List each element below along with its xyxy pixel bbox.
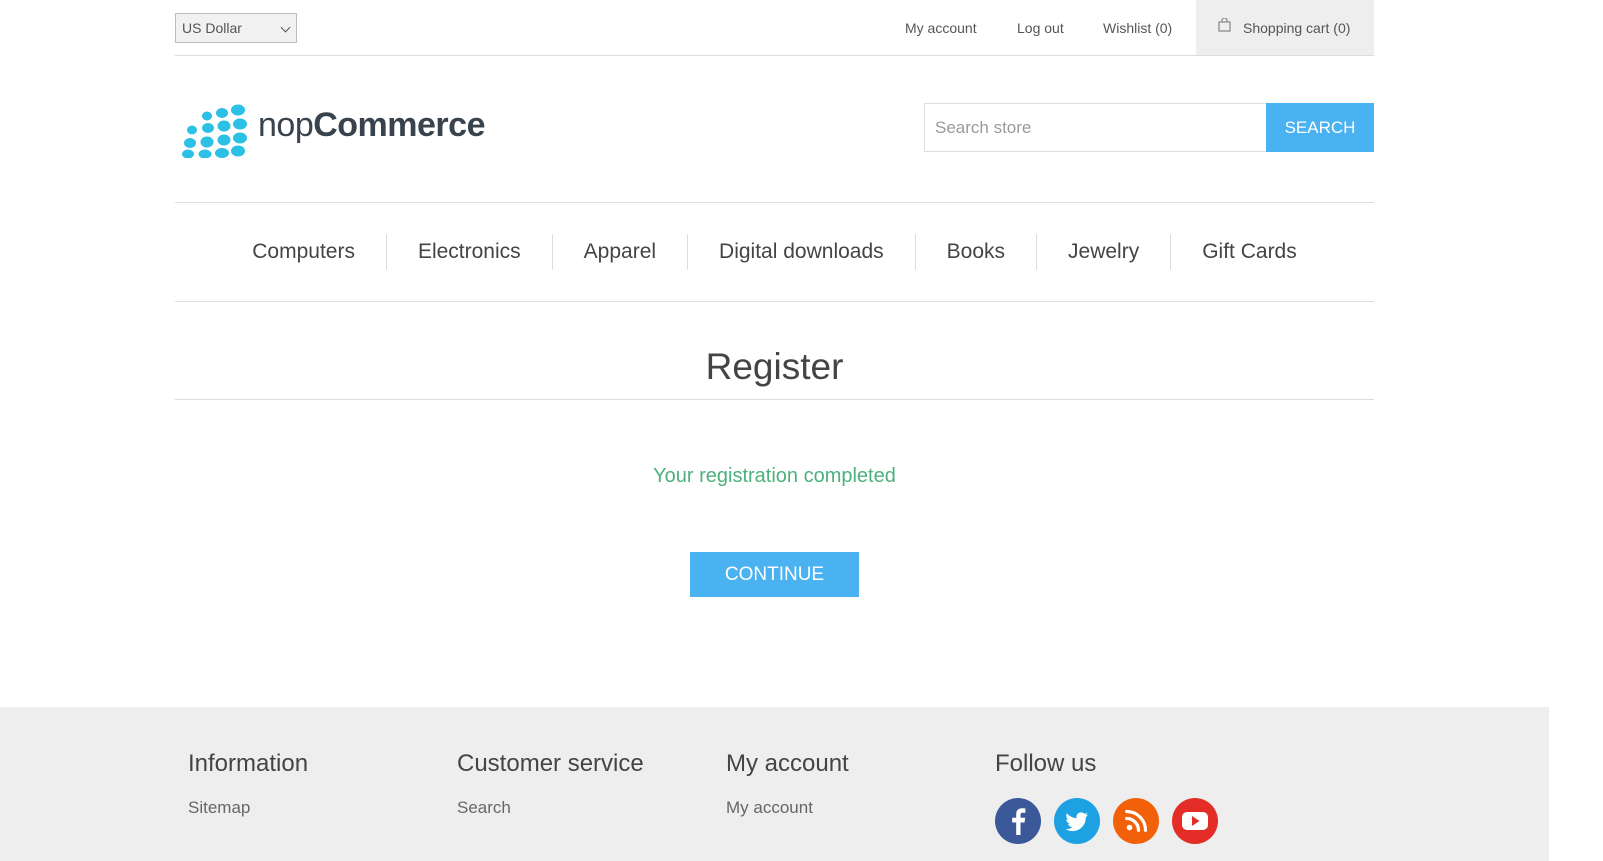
footer-customer-service-column: Customer service Search	[457, 747, 644, 818]
footer-column-title: Customer service	[457, 750, 644, 777]
footer-link-search[interactable]: Search	[457, 798, 644, 818]
rss-icon[interactable]	[1113, 798, 1159, 844]
shopping-bag-icon	[1218, 18, 1231, 32]
continue-button[interactable]: Continue	[690, 552, 859, 597]
currency-selected-value: US Dollar	[182, 20, 242, 36]
footer-link-my-account[interactable]: My account	[726, 798, 849, 818]
page-title: Register	[705, 346, 844, 387]
my-account-link[interactable]: My account	[905, 0, 977, 55]
chevron-down-icon	[280, 22, 291, 33]
footer-link-sitemap[interactable]: Sitemap	[188, 798, 308, 818]
search-input[interactable]	[924, 103, 1266, 152]
facebook-icon[interactable]	[995, 798, 1041, 844]
footer: Information Sitemap Customer service Sea…	[0, 707, 1549, 861]
search-button[interactable]: Search	[1266, 103, 1374, 152]
log-out-link[interactable]: Log out	[1017, 0, 1064, 55]
header-links-bar: US Dollar My account Log out Wishlist (0…	[175, 0, 1374, 56]
twitter-icon[interactable]	[1054, 798, 1100, 844]
logo-dots-icon	[182, 104, 247, 158]
menu-item-gift-cards[interactable]: Gift Cards	[1170, 234, 1328, 270]
shopping-cart-link[interactable]: Shopping cart (0)	[1196, 0, 1374, 55]
footer-column-title: My account	[726, 750, 849, 777]
menu-item-apparel[interactable]: Apparel	[551, 234, 687, 270]
menu-item-electronics[interactable]: Electronics	[385, 234, 552, 270]
social-icons	[995, 798, 1231, 844]
shopping-cart-label: Shopping cart (0)	[1243, 20, 1351, 36]
footer-my-account-column: My account My account	[726, 747, 849, 818]
footer-follow-us-column: Follow us	[995, 747, 1096, 781]
footer-column-title: Follow us	[995, 750, 1097, 777]
footer-column-title: Information	[188, 750, 309, 777]
youtube-icon[interactable]	[1172, 798, 1218, 844]
menu-item-computers[interactable]: Computers	[221, 234, 386, 270]
wishlist-link[interactable]: Wishlist (0)	[1103, 0, 1172, 55]
page-title-bar: Register	[175, 340, 1374, 400]
menu-item-jewelry[interactable]: Jewelry	[1036, 234, 1170, 270]
menu-item-digital-downloads[interactable]: Digital downloads	[687, 234, 915, 270]
nopcommerce-logo[interactable]: nopCommerce	[178, 100, 485, 160]
currency-selector[interactable]: US Dollar	[175, 13, 297, 43]
registration-result-message: Your registration completed	[653, 465, 896, 487]
menu-item-books[interactable]: Books	[914, 234, 1036, 270]
footer-information-column: Information Sitemap	[188, 747, 308, 818]
logo-wordmark: nopCommerce	[258, 106, 485, 144]
top-menu: Computers Electronics Apparel Digital do…	[175, 202, 1374, 302]
